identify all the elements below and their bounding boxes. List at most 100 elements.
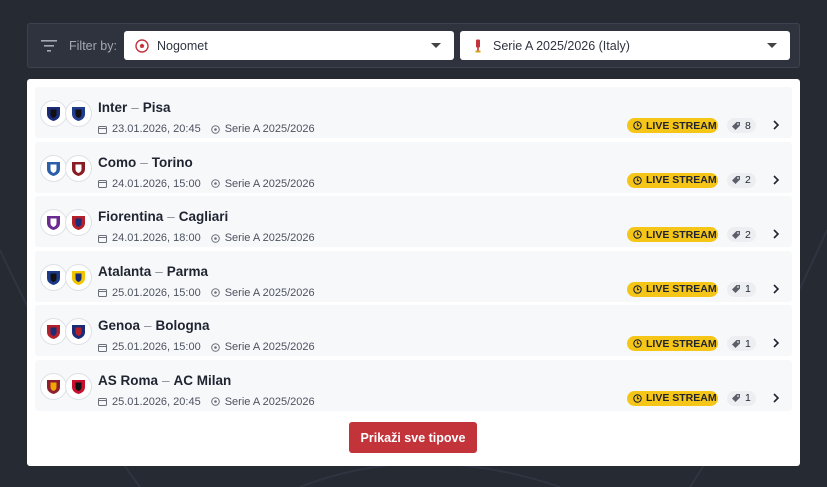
match-row[interactable]: Como – Torino 24.01.2026, 15:00 Serie A 20…	[35, 141, 792, 193]
match-title: Atalanta – Parma	[98, 264, 208, 279]
away-team-crest-icon	[65, 154, 92, 182]
clock-icon	[633, 175, 642, 185]
competition-icon	[210, 233, 220, 243]
filter-label: Filter by:	[69, 39, 117, 53]
live-stream-label: LIVE STREAM	[646, 392, 717, 405]
team-logos	[40, 318, 92, 346]
match-competition: Serie A 2025/2026	[224, 232, 315, 245]
competition-icon	[210, 397, 220, 407]
match-row[interactable]: Inter – Pisa 23.01.2026, 20:45 Serie A 202…	[35, 87, 792, 138]
live-stream-badge[interactable]: LIVE STREAM	[627, 118, 718, 133]
match-date: 25.01.2026, 15:00	[112, 341, 201, 354]
chevron-right-icon[interactable]	[772, 175, 780, 185]
show-all-tips-button[interactable]: Prikaži sve tipove	[349, 422, 477, 453]
match-row[interactable]: AS Roma – AC Milan 25.01.2026, 20:45 Serie…	[35, 359, 792, 411]
competition-icon	[210, 343, 220, 352]
away-team-crest-icon	[65, 372, 92, 400]
tips-count: 1	[745, 392, 751, 405]
match-competition: Serie A 2025/2026	[224, 123, 315, 135]
match-row[interactable]: Fiorentina – Cagliari 24.01.2026, 18:00 Se…	[35, 196, 792, 248]
clock-icon	[633, 230, 642, 239]
tag-icon	[732, 339, 740, 348]
sport-select[interactable]: Nogomet	[124, 31, 454, 60]
live-stream-badge[interactable]: LIVE STREAM	[627, 281, 718, 297]
tips-count: 8	[745, 119, 751, 132]
calendar-icon	[98, 125, 107, 134]
live-stream-badge[interactable]: LIVE STREAM	[627, 390, 718, 406]
calendar-icon	[98, 398, 107, 407]
home-team-name: AS Roma	[98, 372, 159, 388]
chevron-right-icon[interactable]	[772, 338, 780, 348]
home-team-crest-icon	[40, 209, 67, 237]
home-team-name: Como	[98, 154, 137, 170]
match-title: Como – Torino	[98, 155, 193, 170]
clock-icon	[633, 121, 642, 130]
live-stream-badge[interactable]: LIVE STREAM	[627, 336, 718, 352]
match-date: 24.01.2026, 15:00	[112, 177, 201, 190]
calendar-icon	[98, 343, 107, 352]
competition-icon	[210, 124, 220, 134]
match-competition: Serie A 2025/2026	[224, 286, 315, 299]
chevron-down-icon	[431, 43, 441, 48]
team-logos	[40, 263, 92, 291]
tips-count-badge: 2	[727, 227, 756, 243]
tips-count: 2	[745, 174, 751, 187]
match-competition: Serie A 2025/2026	[224, 177, 315, 190]
match-meta: 25.01.2026, 15:00 Serie A 2025/2026	[98, 287, 315, 299]
tag-icon	[732, 230, 740, 239]
match-competition: Serie A 2025/2026	[224, 341, 315, 354]
match-date: 24.01.2026, 18:00	[112, 232, 201, 245]
match-date: 25.01.2026, 20:45	[112, 395, 201, 408]
tips-count: 1	[745, 283, 751, 296]
tips-count-badge: 1	[727, 281, 756, 297]
match-competition: Serie A 2025/2026	[224, 395, 315, 408]
competition-icon	[210, 179, 220, 188]
home-team-crest-icon	[40, 154, 67, 182]
home-team-crest-icon	[40, 318, 67, 346]
league-select[interactable]: Serie A 2025/2026 (Italy)	[460, 31, 790, 60]
calendar-icon	[98, 289, 107, 298]
calendar-icon	[98, 180, 107, 189]
team-logos	[40, 154, 92, 182]
live-stream-badge[interactable]: LIVE STREAM	[627, 227, 718, 243]
tips-count-badge: 1	[727, 390, 756, 406]
clock-icon	[633, 339, 642, 349]
home-team-name: Fiorentina	[98, 209, 164, 225]
match-row[interactable]: Genoa – Bologna 25.01.2026, 15:00 Serie A …	[35, 305, 792, 357]
live-stream-badge[interactable]: LIVE STREAM	[627, 172, 718, 188]
chevron-down-icon	[767, 43, 777, 48]
tag-icon	[732, 394, 740, 403]
tips-count: 2	[745, 228, 751, 241]
away-team-name: Pisa	[142, 100, 171, 115]
tips-count-badge: 2	[727, 172, 756, 188]
away-team-name: AC Milan	[173, 372, 232, 388]
clock-icon	[633, 285, 642, 294]
team-separator: –	[162, 372, 170, 388]
tips-count-badge: 1	[727, 336, 756, 352]
home-team-crest-icon	[40, 263, 67, 291]
match-title: Inter – Pisa	[98, 100, 171, 115]
live-stream-label: LIVE STREAM	[646, 228, 717, 241]
chevron-right-icon[interactable]	[772, 120, 780, 130]
away-team-name: Torino	[151, 154, 193, 170]
live-stream-label: LIVE STREAM	[646, 337, 717, 350]
away-team-crest-icon	[65, 209, 92, 237]
clock-icon	[633, 394, 642, 403]
home-team-name: Atalanta	[98, 263, 152, 279]
match-meta: 25.01.2026, 15:00 Serie A 2025/2026	[98, 341, 315, 353]
live-stream-label: LIVE STREAM	[646, 119, 717, 132]
match-date: 23.01.2026, 20:45	[112, 123, 201, 135]
match-title: Genoa – Bologna	[98, 318, 210, 333]
matches-panel: Inter – Pisa 23.01.2026, 20:45 Serie A 202…	[27, 79, 800, 466]
league-select-value: Serie A 2025/2026 (Italy)	[493, 38, 630, 53]
away-team-name: Cagliari	[178, 209, 229, 225]
chevron-right-icon[interactable]	[772, 284, 780, 294]
trophy-icon	[475, 39, 481, 52]
tag-icon	[732, 285, 740, 294]
chevron-right-icon[interactable]	[772, 393, 780, 403]
match-row[interactable]: Atalanta – Parma 25.01.2026, 15:00 Serie A…	[35, 250, 792, 302]
live-stream-label: LIVE STREAM	[646, 174, 717, 187]
filter-bar: Filter by: Nogomet Serie A 2025/2026 (It…	[27, 23, 800, 68]
chevron-right-icon[interactable]	[772, 229, 780, 239]
away-team-crest-icon	[65, 263, 92, 291]
